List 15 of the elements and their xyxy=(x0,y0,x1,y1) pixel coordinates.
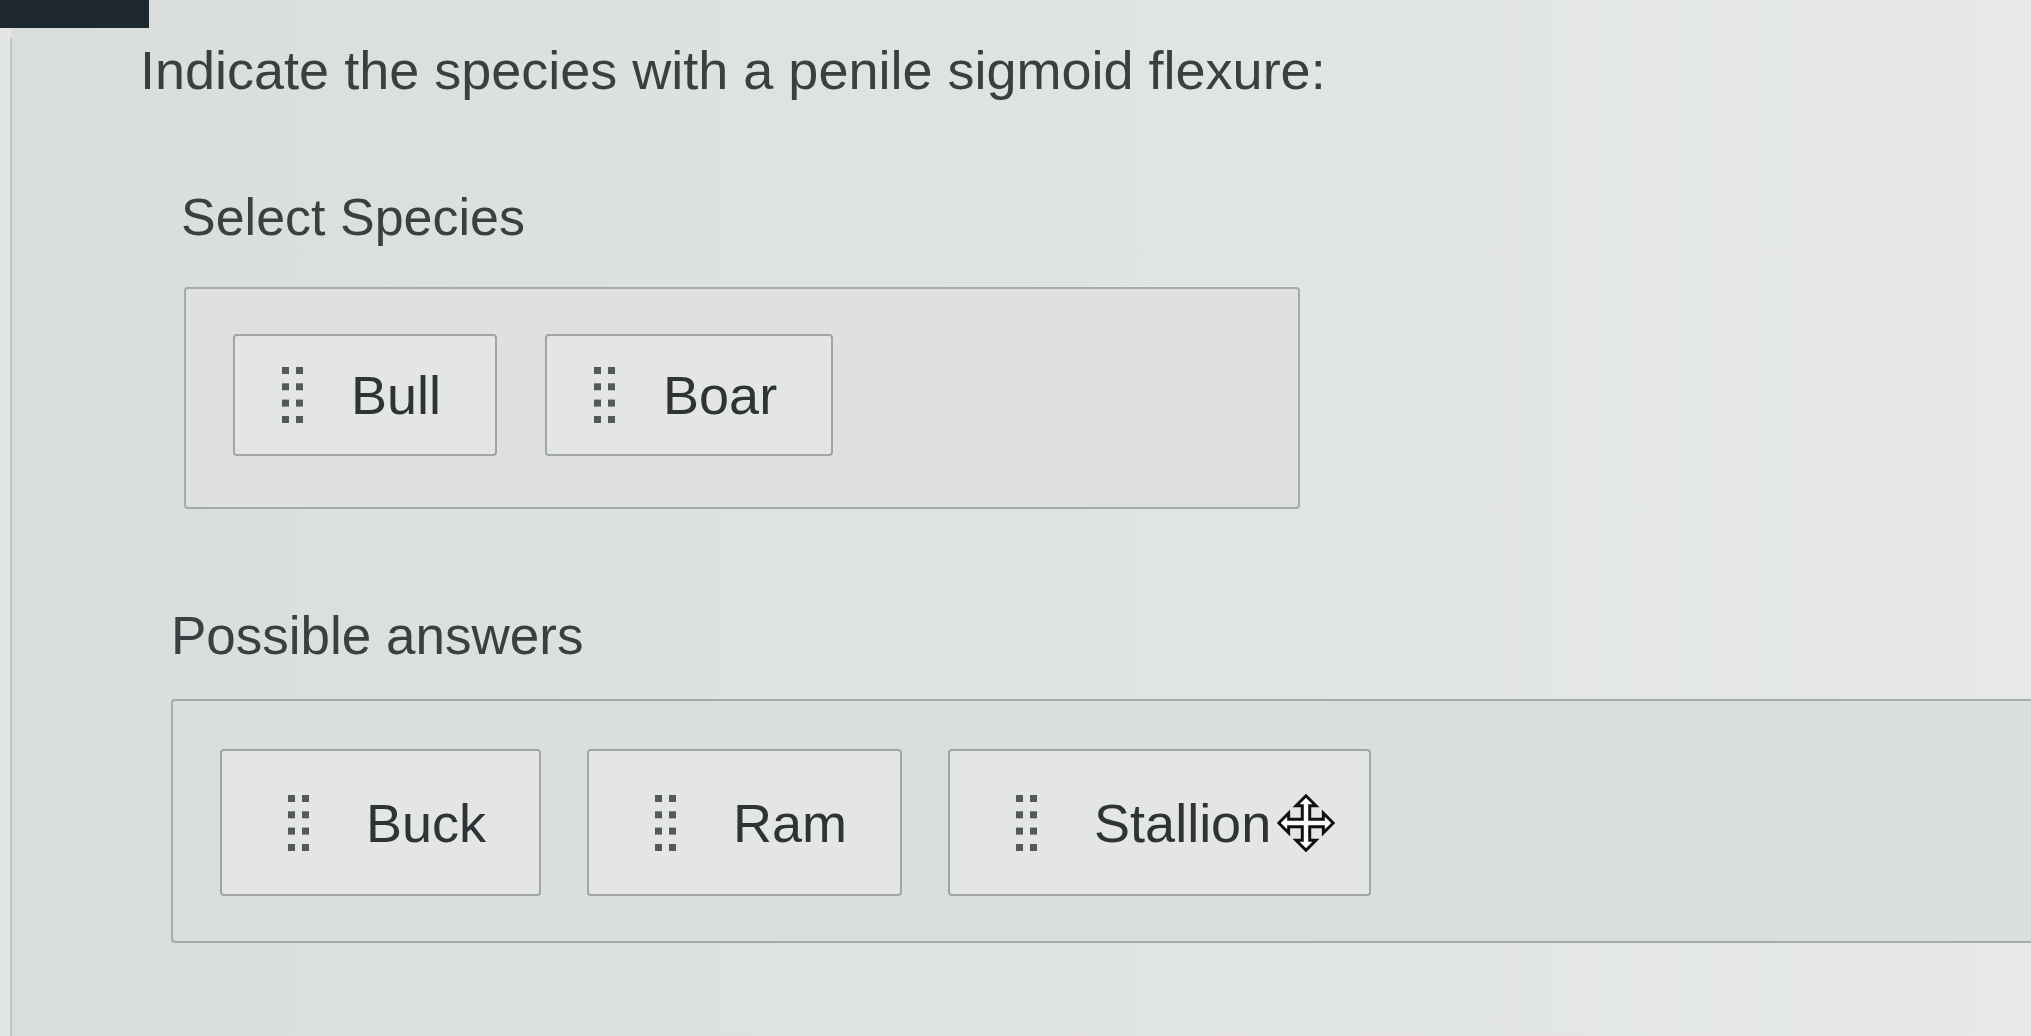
drag-handle-icon xyxy=(282,367,303,423)
drag-handle-icon xyxy=(594,367,616,423)
drop-zone-label: Select Species xyxy=(181,187,525,248)
question-prompt: Indicate the species with a penile sigmoid flexure: xyxy=(140,39,1326,102)
drag-handle-icon xyxy=(1016,792,1038,853)
answer-bank[interactable]: Buck Ram Stallion xyxy=(171,699,2031,943)
drag-item[interactable]: Ram xyxy=(587,749,903,896)
drag-item[interactable]: Stallion xyxy=(948,749,1372,896)
drag-item[interactable]: Buck xyxy=(220,749,542,896)
drag-item[interactable]: Boar xyxy=(545,334,834,456)
drag-handle-icon xyxy=(288,792,309,853)
drag-item[interactable]: Bull xyxy=(233,334,498,456)
drop-zone[interactable]: Bull Boar xyxy=(184,287,1300,509)
drag-handle-icon xyxy=(655,792,677,853)
answer-bank-label: Possible answers xyxy=(171,605,584,667)
